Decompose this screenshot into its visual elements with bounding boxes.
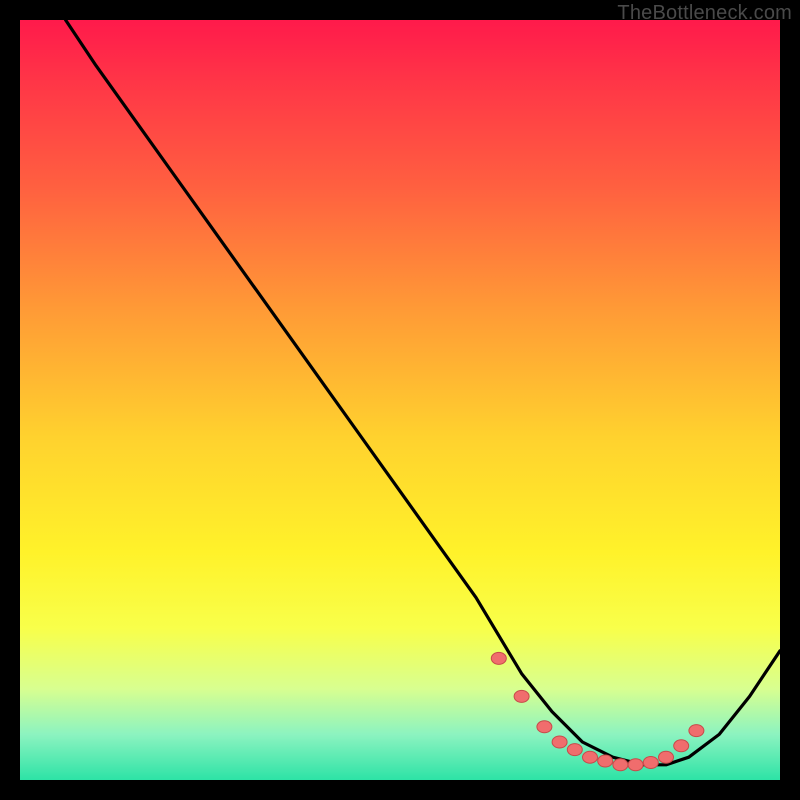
marker-dot [537, 721, 552, 733]
curve-path-group [66, 20, 780, 765]
marker-dot [628, 759, 643, 771]
marker-dot [643, 757, 658, 769]
marker-dot [567, 744, 582, 756]
curve-path [66, 20, 780, 765]
marker-dot [598, 755, 613, 767]
marker-dot [674, 740, 689, 752]
curve-layer [20, 20, 780, 780]
marker-dot [552, 736, 567, 748]
marker-dot [491, 652, 506, 664]
plot-area [20, 20, 780, 780]
marker-dot [659, 751, 674, 763]
marker-dot [514, 690, 529, 702]
marker-dot [613, 759, 628, 771]
marker-dot [689, 725, 704, 737]
attribution-label: TheBottleneck.com [617, 2, 792, 25]
marker-dot [583, 751, 598, 763]
marker-group [491, 652, 704, 770]
chart-frame: TheBottleneck.com [0, 0, 800, 800]
